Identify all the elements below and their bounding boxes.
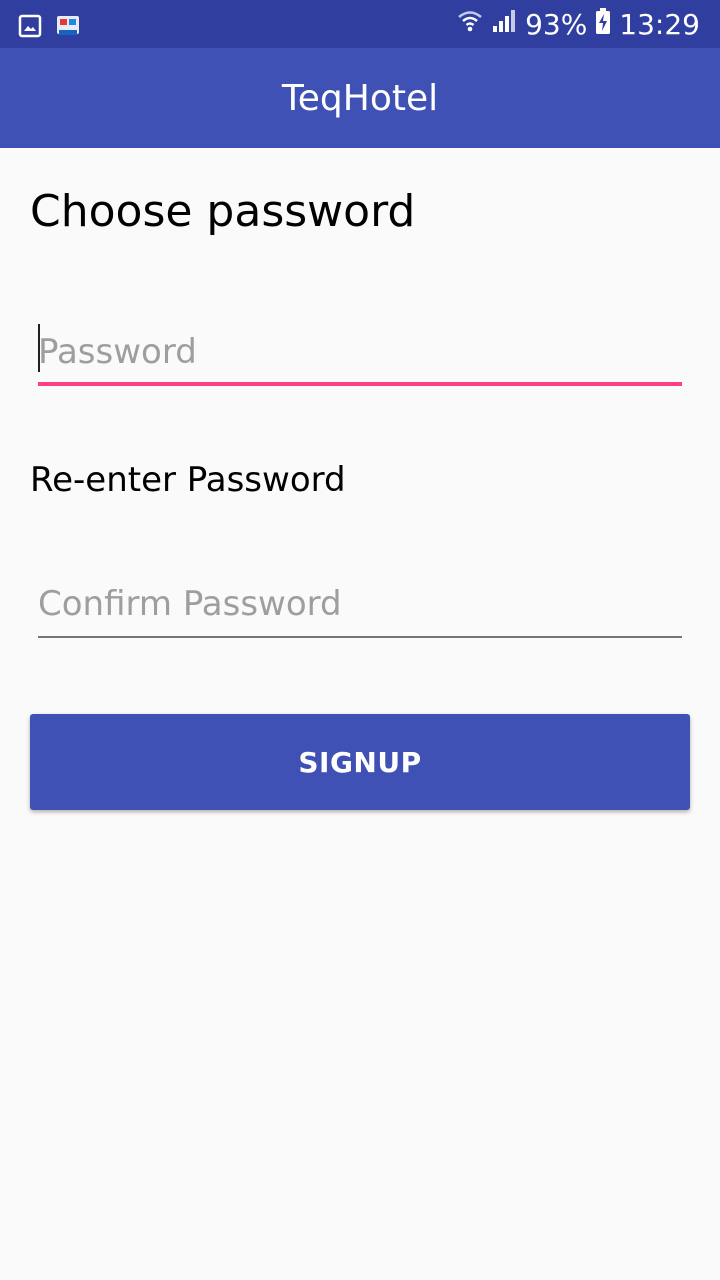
system-status: 93% 13:29 [457, 0, 700, 48]
status-bar: 93% 13:29 [0, 0, 720, 48]
clock: 13:29 [619, 7, 700, 41]
signup-button[interactable]: SIGNUP [30, 714, 690, 810]
confirm-password-field[interactable]: Confirm Password [38, 574, 682, 638]
signup-form: Choose password Password Re-enter Passwo… [0, 148, 720, 1280]
app-bar: TeqHotel [0, 48, 720, 148]
password-field[interactable]: Password [38, 322, 682, 386]
password-placeholder: Password [38, 332, 197, 372]
battery-charging-icon [595, 7, 611, 42]
page-title: Choose password [30, 186, 416, 237]
wifi-icon [457, 8, 483, 41]
reenter-password-label: Re-enter Password [30, 460, 346, 500]
battery-percent: 93% [525, 7, 588, 41]
password-underline [38, 382, 682, 386]
app-notification-icon [54, 12, 82, 44]
signal-icon [491, 8, 517, 41]
gallery-icon [18, 14, 42, 42]
app-title: TeqHotel [281, 77, 439, 119]
confirm-password-underline [38, 636, 682, 638]
notification-icons [18, 12, 82, 44]
confirm-password-placeholder: Confirm Password [38, 584, 342, 624]
